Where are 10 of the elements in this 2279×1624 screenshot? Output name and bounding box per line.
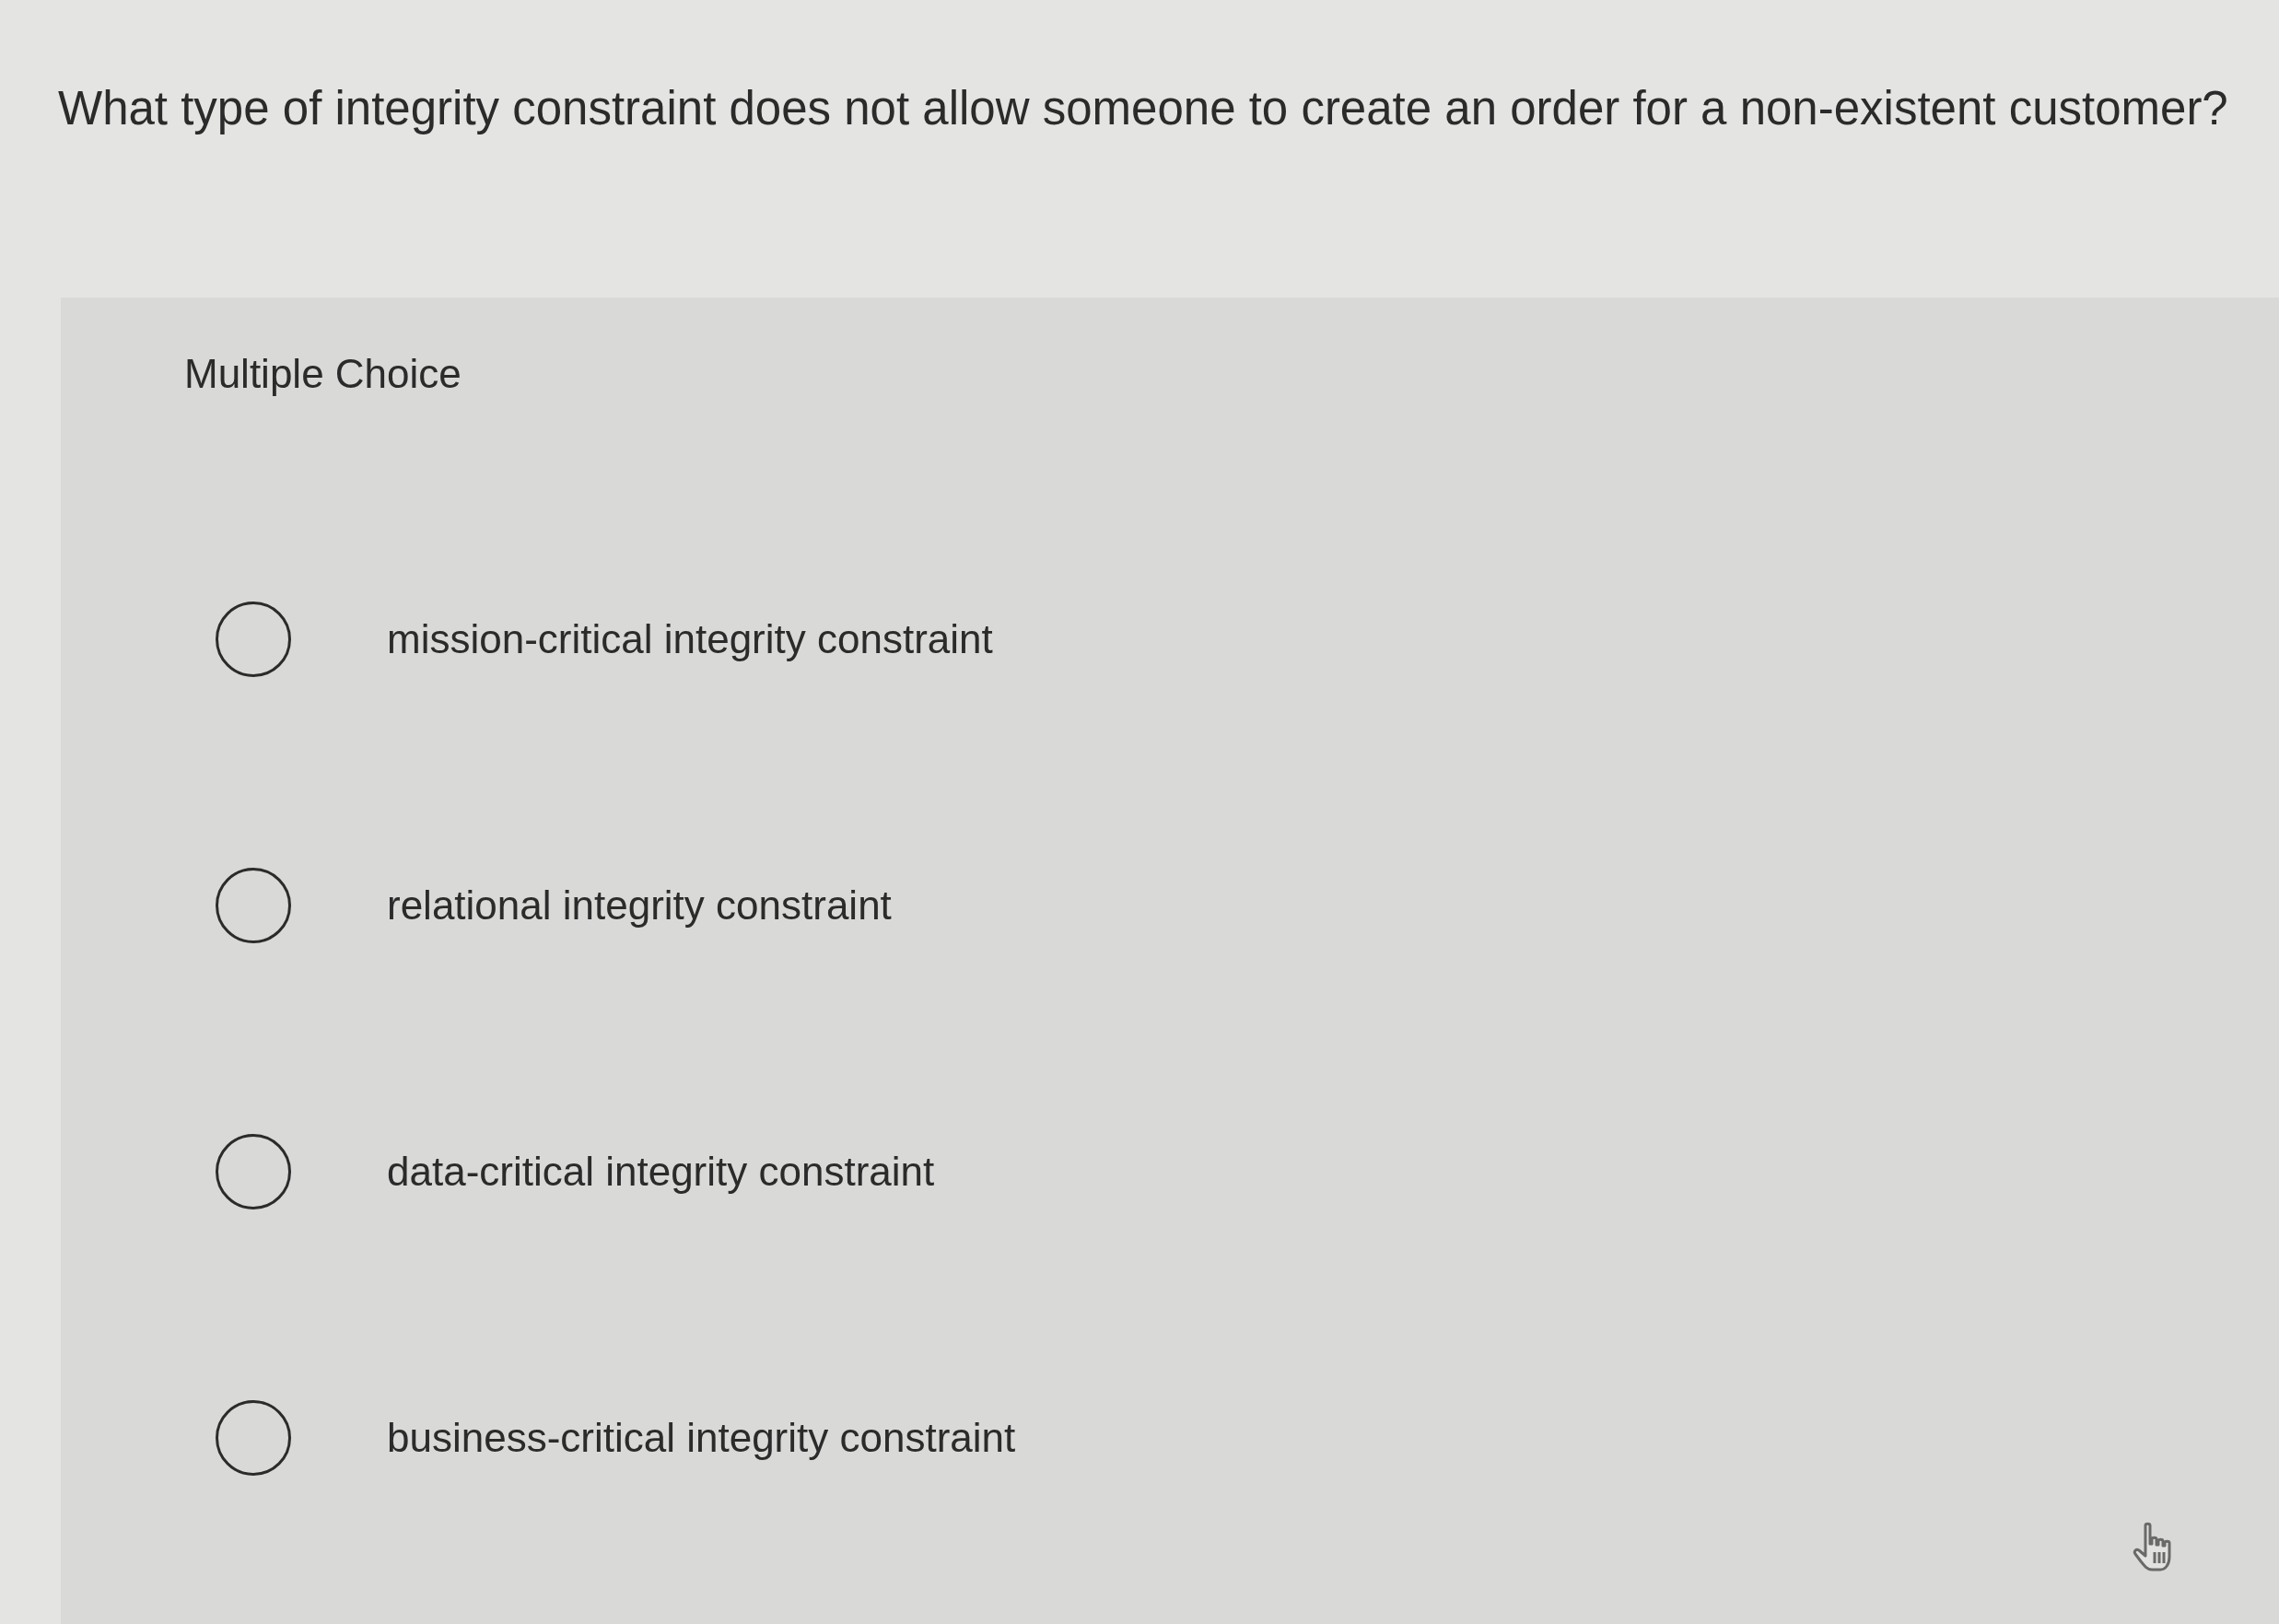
answer-option-text[interactable]: relational integrity constraint [387, 882, 892, 929]
answer-option-text[interactable]: data-critical integrity constraint [387, 1148, 935, 1196]
section-heading: Multiple Choice [184, 350, 462, 398]
question-text: What type of integrity constraint does not allow someone to create an order for a non-existent customer? [58, 81, 2228, 136]
radio-button[interactable] [216, 1134, 291, 1209]
answer-option-text[interactable]: mission-critical integrity constraint [387, 615, 993, 663]
radio-button[interactable] [216, 1400, 291, 1476]
radio-button[interactable] [216, 868, 291, 943]
radio-button[interactable] [216, 602, 291, 677]
answer-option-text[interactable]: business-critical integrity constraint [387, 1414, 1016, 1462]
